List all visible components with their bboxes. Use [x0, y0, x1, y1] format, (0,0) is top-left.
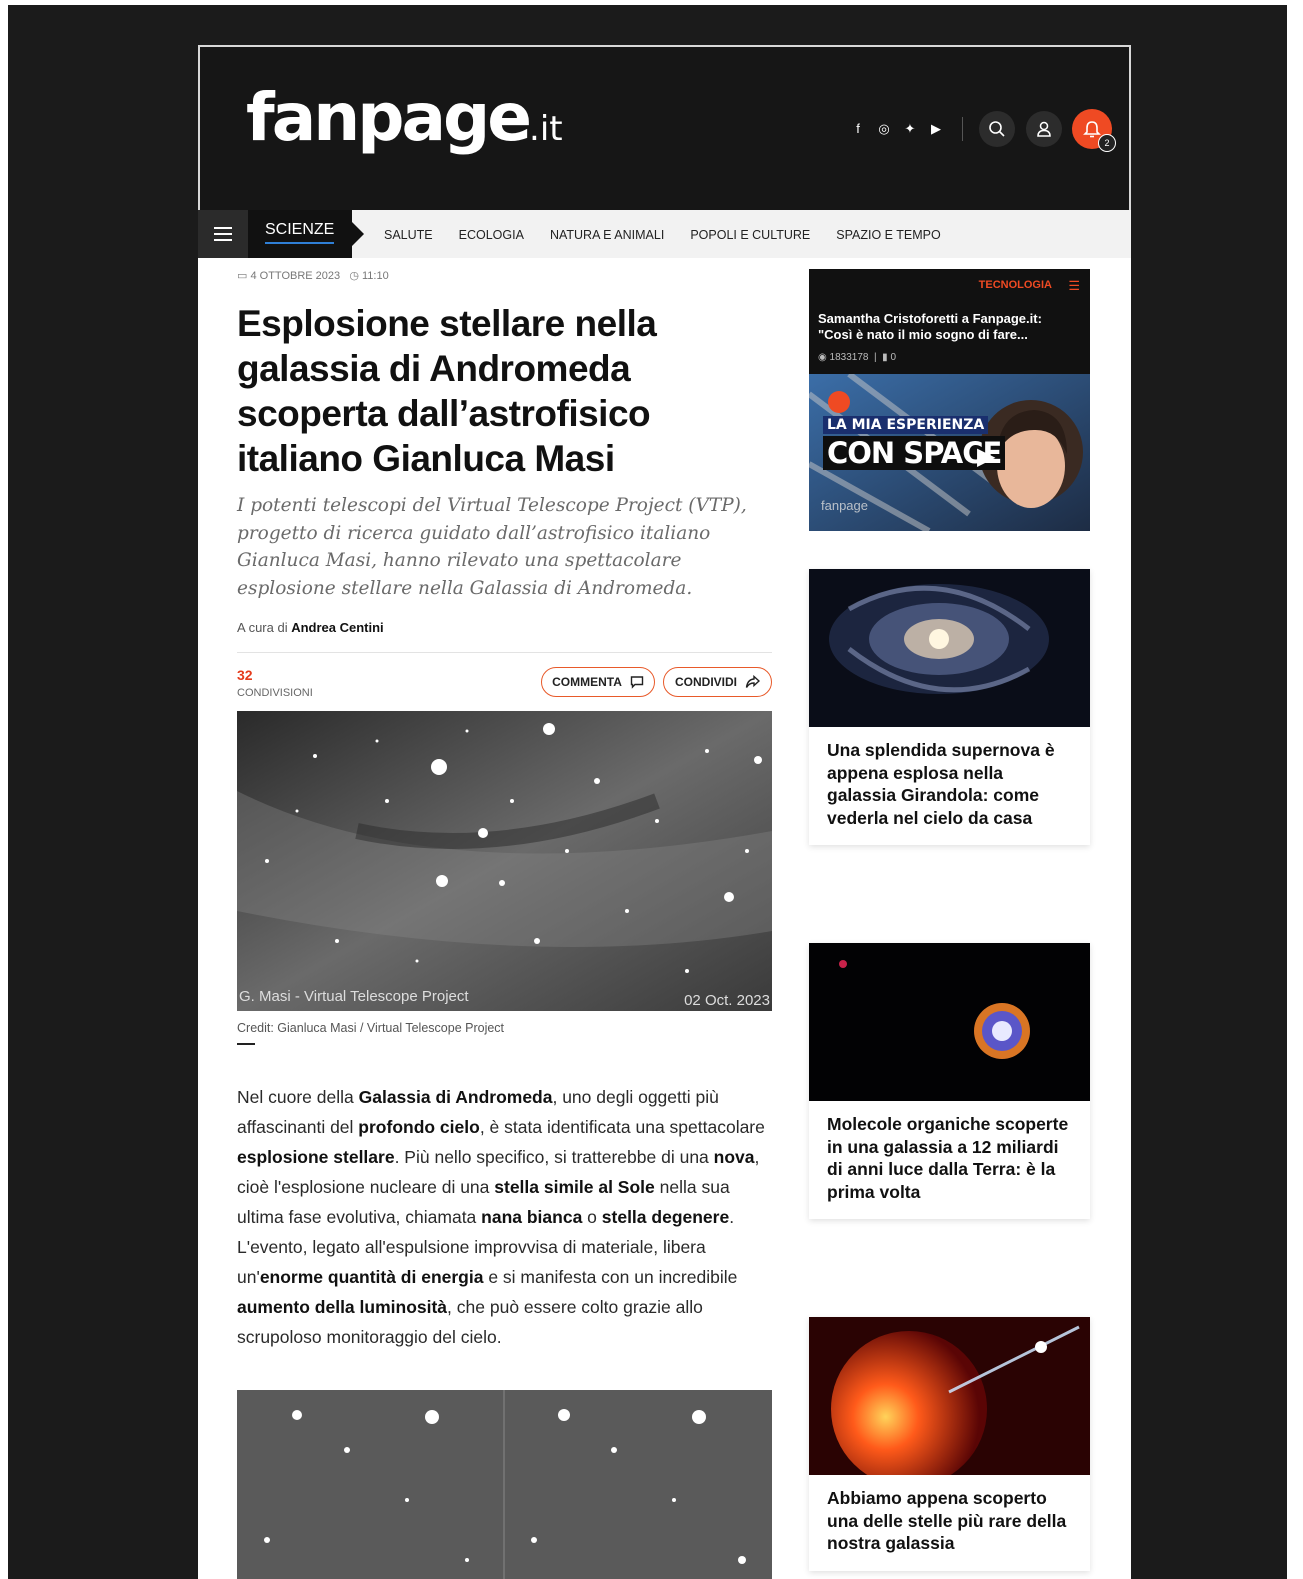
comparison-starfield [237, 1390, 772, 1579]
section-tab-scienze[interactable]: SCIENZE [248, 210, 364, 258]
likes-icon: ▮ [882, 352, 888, 363]
article-meta: ▭ 4 OTTOBRE 2023 ◷ 11:10 [237, 269, 389, 282]
card-title: Una splendida supernova è appena esplosa… [827, 740, 1055, 828]
notification-count-badge: 2 [1098, 134, 1116, 152]
promo-title: Samantha Cristoforetti a Fanpage.it: "Co… [818, 311, 1042, 342]
share-label: CONDIVIDI [674, 675, 737, 689]
bell-icon [1083, 121, 1101, 138]
search-button[interactable] [979, 111, 1015, 147]
article-date: 4 OTTOBRE 2023 [250, 270, 341, 282]
card-title: Abbiamo appena scoperto una delle stelle… [827, 1488, 1067, 1553]
views-icon: ◉ [818, 352, 827, 363]
share-button[interactable]: CONDIVIDI [663, 667, 772, 697]
comment-label: COMMENTA [552, 675, 622, 689]
play-icon: ▶ [977, 443, 996, 470]
clock-icon: ◷ [349, 270, 359, 282]
site-header: fanpage.it f ◎ ✦ ▶ 2 [198, 45, 1131, 210]
logo-tld: .it [529, 109, 563, 149]
card-thumbnail [809, 943, 1090, 1101]
promo-views: 1833178 [829, 352, 869, 363]
promo-likes: 0 [890, 352, 897, 363]
author-link[interactable]: Andrea Centini [291, 620, 383, 635]
byline-prefix: A cura di [237, 620, 288, 635]
notifications-button[interactable]: 2 [1072, 109, 1116, 152]
promo-category: TECNOLOGIA [978, 279, 1052, 291]
account-button[interactable] [1026, 111, 1062, 147]
image-watermark-right: 02 Oct. 2023 [684, 992, 770, 1009]
nav-link-natura-e-animali[interactable]: NATURA E ANIMALI [550, 228, 664, 242]
caption-rule [237, 1043, 255, 1045]
byline: A cura di Andrea Centini [237, 620, 384, 635]
related-card[interactable]: Abbiamo appena scoperto una delle stelle… [809, 1317, 1090, 1571]
article-time: 11:10 [361, 270, 389, 282]
article-title: Esplosione stellare nella galassia di An… [237, 303, 657, 479]
user-icon [1037, 121, 1051, 137]
section-label: SCIENZE [265, 221, 335, 244]
comment-icon [630, 676, 644, 689]
calendar-icon: ▭ [237, 270, 248, 282]
article-lead: I potenti telescopi del Virtual Telescop… [237, 495, 747, 599]
red-star-image [809, 1317, 1090, 1475]
hero-image[interactable]: G. Masi - Virtual Telescope Project 02 O… [237, 711, 772, 1011]
divider [237, 652, 772, 653]
card-title: Molecole organiche scoperte in una galas… [827, 1114, 1069, 1202]
youtube-icon[interactable]: ▶ [930, 121, 942, 137]
article-page: fanpage.it f ◎ ✦ ▶ 2 SCIENZE SALUTE ECOL… [198, 45, 1131, 1579]
twitter-icon[interactable]: ✦ [904, 121, 916, 137]
video-promo[interactable]: TECNOLOGIA ☰ Samantha Cristoforetti a Fa… [809, 269, 1090, 531]
image-caption: Credit: Gianluca Masi / Virtual Telescop… [237, 1021, 505, 1035]
section-nav: SCIENZE SALUTE ECOLOGIA NATURA E ANIMALI… [198, 210, 1131, 258]
promo-brand: fanpage [821, 498, 868, 513]
playlist-icon: ☰ [1068, 278, 1080, 293]
spiral-galaxy-image [809, 569, 1090, 727]
shares-label: CONDIVISIONI [237, 687, 313, 699]
promo-thumbnail[interactable]: LA MIA ESPERIENZA CON SPACE ▶ fanpage [809, 374, 1090, 531]
card-thumbnail [809, 1317, 1090, 1475]
nav-link-popoli-e-culture[interactable]: POPOLI E CULTURE [690, 228, 810, 242]
image-watermark-left: G. Masi - Virtual Telescope Project [239, 988, 469, 1005]
card-thumbnail [809, 569, 1090, 727]
promo-overlay-line1: LA MIA ESPERIENZA [823, 416, 989, 434]
article-body: Nel cuore della Galassia di Andromeda, u… [237, 1087, 765, 1347]
nav-link-spazio-e-tempo[interactable]: SPAZIO E TEMPO [836, 228, 940, 242]
nav-link-salute[interactable]: SALUTE [384, 228, 433, 242]
hamburger-icon [214, 227, 232, 229]
site-logo[interactable]: fanpage.it [246, 85, 563, 151]
comment-button[interactable]: COMMENTA [541, 667, 655, 697]
shares-count: 32 [237, 667, 253, 683]
einstein-ring-image [809, 943, 1090, 1101]
social-links: f ◎ ✦ ▶ [852, 121, 942, 137]
promo-stats: ◉ 1833178 | ▮ 0 [818, 352, 897, 363]
shares-counter: 32 CONDIVISIONI [237, 667, 313, 701]
search-icon [989, 121, 1005, 137]
share-icon [745, 675, 760, 688]
related-card[interactable]: Una splendida supernova è appena esplosa… [809, 569, 1090, 845]
nav-link-ecologia[interactable]: ECOLOGIA [459, 228, 524, 242]
header-separator [962, 117, 963, 141]
instagram-icon[interactable]: ◎ [878, 121, 890, 137]
logo-text: fanpage [246, 79, 532, 156]
related-card[interactable]: Molecole organiche scoperte in una galas… [809, 943, 1090, 1219]
subsection-links: SALUTE ECOLOGIA NATURA E ANIMALI POPOLI … [384, 228, 941, 242]
facebook-icon[interactable]: f [852, 121, 864, 137]
starfield-image [237, 711, 772, 1011]
menu-button[interactable] [198, 210, 248, 258]
comparison-image[interactable] [237, 1390, 772, 1579]
